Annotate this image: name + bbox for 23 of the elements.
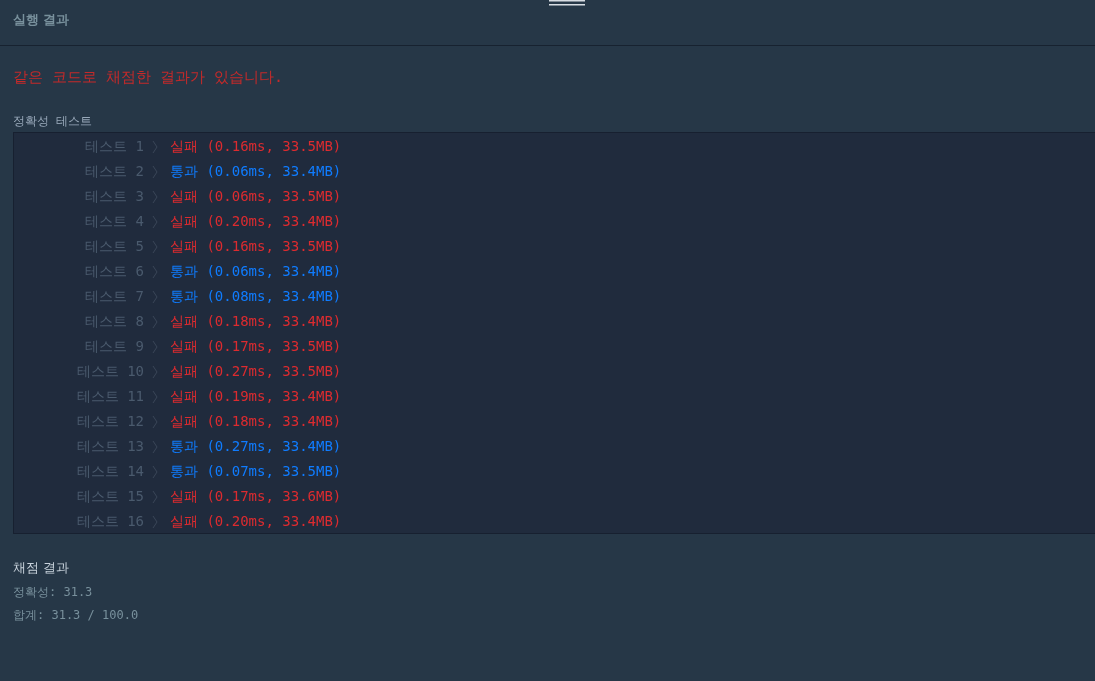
error-message: 같은 코드로 채점한 결과가 있습니다. — [13, 68, 285, 88]
test-result: 통과 (0.06ms, 33.4MB) — [170, 262, 342, 281]
test-result: 실패 (0.19ms, 33.4MB) — [170, 387, 342, 406]
test-result: 실패 (0.20ms, 33.4MB) — [170, 212, 342, 231]
test-result: 실패 (0.27ms, 33.5MB) — [170, 362, 342, 381]
test-result: 통과 (0.06ms, 33.4MB) — [170, 162, 342, 181]
total-score: 합계: 31.3 / 100.0 — [13, 607, 140, 622]
test-result: 실패 (0.16ms, 33.5MB) — [170, 237, 342, 256]
test-result: 통과 (0.27ms, 33.4MB) — [170, 437, 342, 456]
test-result: 실패 (0.18ms, 33.4MB) — [170, 412, 342, 431]
test-result: 실패 (0.17ms, 33.5MB) — [170, 337, 342, 356]
test-result: 통과 (0.08ms, 33.4MB) — [170, 287, 342, 306]
accuracy-score: 정확성: 31.3 — [13, 584, 94, 599]
test-result: 실패 (0.18ms, 33.4MB) — [170, 312, 342, 331]
test-result: 실패 (0.06ms, 33.5MB) — [170, 187, 342, 206]
drag-handle-icon[interactable] — [549, 0, 585, 6]
test-result: 실패 (0.16ms, 33.5MB) — [170, 137, 342, 156]
test-result: 통과 (0.07ms, 33.5MB) — [170, 462, 342, 481]
summary-title: 채점 결과 — [13, 559, 70, 576]
test-result: 실패 (0.20ms, 33.4MB) — [170, 512, 342, 531]
panel-title: 실행 결과 — [13, 12, 69, 27]
test-result: 실패 (0.17ms, 33.6MB) — [170, 487, 342, 506]
section-label: 정확성 테스트 — [13, 113, 93, 127]
